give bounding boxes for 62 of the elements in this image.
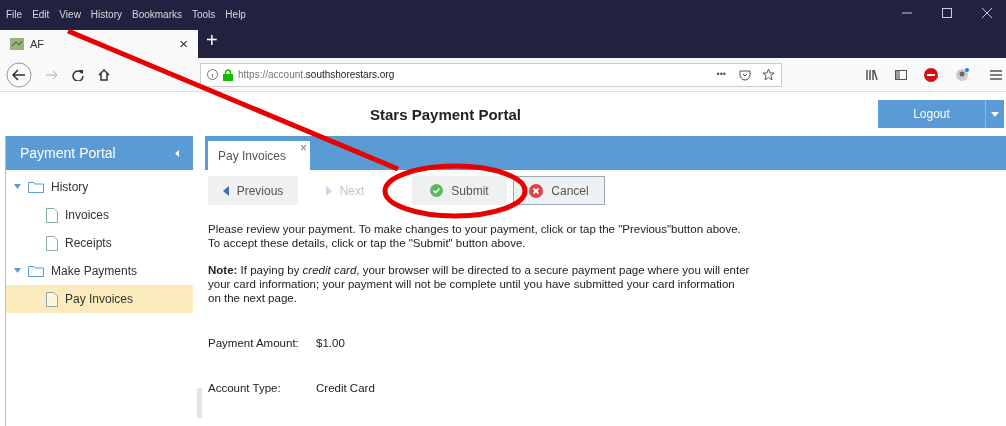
tab-close-button[interactable]: × [179,32,188,56]
maximize-icon[interactable] [942,8,952,18]
left-arrow-icon [222,185,229,196]
close-icon[interactable] [982,8,992,18]
back-icon[interactable] [6,61,32,88]
sidebar-icon[interactable] [895,69,907,80]
folder-icon [28,265,44,277]
cancel-circle-icon [529,183,544,198]
stop-sign-icon[interactable] [924,67,938,82]
caret-icon[interactable] [14,267,21,275]
field-value: $1.00 [316,336,345,351]
tree-item[interactable]: Pay Invoices [6,285,193,313]
submit-button[interactable]: Submit [412,176,507,205]
reload-icon[interactable] [72,68,84,81]
page-tab[interactable]: Pay Invoices × [208,141,310,170]
pocket-icon[interactable] [739,68,751,81]
document-icon [46,207,58,223]
menu-item[interactable]: Help [225,6,246,22]
browser-tab[interactable]: AF × [0,30,198,58]
account-icon[interactable] [955,67,969,82]
field-label: Account Type: [208,381,282,397]
field-value: Credit Card [316,381,375,397]
url-text: https://account.southshorestars.org [238,68,396,82]
tree-item[interactable]: Receipts [6,229,193,257]
tree-item[interactable]: Invoices [6,201,193,229]
cancel-button[interactable]: Cancel [513,176,605,205]
page-title: Stars Payment Portal [370,105,521,125]
paragraph-text: Please review your payment. To make changes to your payment, click or tap the "Previous"button above. To accept these details, click or tap the "Submit" button above. [208,222,742,250]
splitter-handle[interactable] [196,388,202,418]
previous-button[interactable]: Previous [208,176,298,205]
right-arrow-icon [325,185,332,196]
document-icon [46,235,58,251]
tab-favicon-icon [10,38,24,50]
check-circle-icon [430,184,444,197]
menu-item[interactable]: View [59,6,81,22]
menu-item[interactable]: File [6,6,23,22]
collapse-icon[interactable] [175,149,179,157]
menu-icon[interactable] [990,69,1002,80]
menu-item[interactable]: History [90,6,122,22]
star-icon[interactable] [762,68,775,81]
caret-icon [991,111,999,117]
info-icon[interactable] [207,69,218,80]
menu-item[interactable]: Edit [32,6,50,22]
document-icon [46,291,58,307]
tree-item[interactable]: History [6,173,193,201]
library-icon[interactable] [866,69,878,80]
menu-item[interactable]: Tools [192,6,216,22]
new-tab-button[interactable]: + [206,25,218,55]
home-icon[interactable] [98,68,110,81]
caret-icon[interactable] [14,183,21,191]
tab-title: AF [30,36,46,52]
menu-item[interactable]: Bookmarks [132,6,182,22]
field-label: Payment Amount: [208,336,300,351]
paragraph-text: Note: If paying by credit card, your browser will be directed to a secure payment page where you will enter your card information; your payment will not be complete until you have submitted your card information on the next page. [208,263,751,305]
more-actions-button[interactable]: ••• [716,67,726,82]
sidebar-title: Payment Portal [20,143,116,163]
dropdown-button[interactable] [985,100,1004,128]
lock-icon [223,68,233,81]
tab-close-button[interactable]: × [300,139,307,157]
tree-item[interactable]: Make Payments [6,257,193,285]
folder-icon [28,181,44,193]
address-field[interactable]: https://account.southshorestars.org ••• [200,62,782,87]
